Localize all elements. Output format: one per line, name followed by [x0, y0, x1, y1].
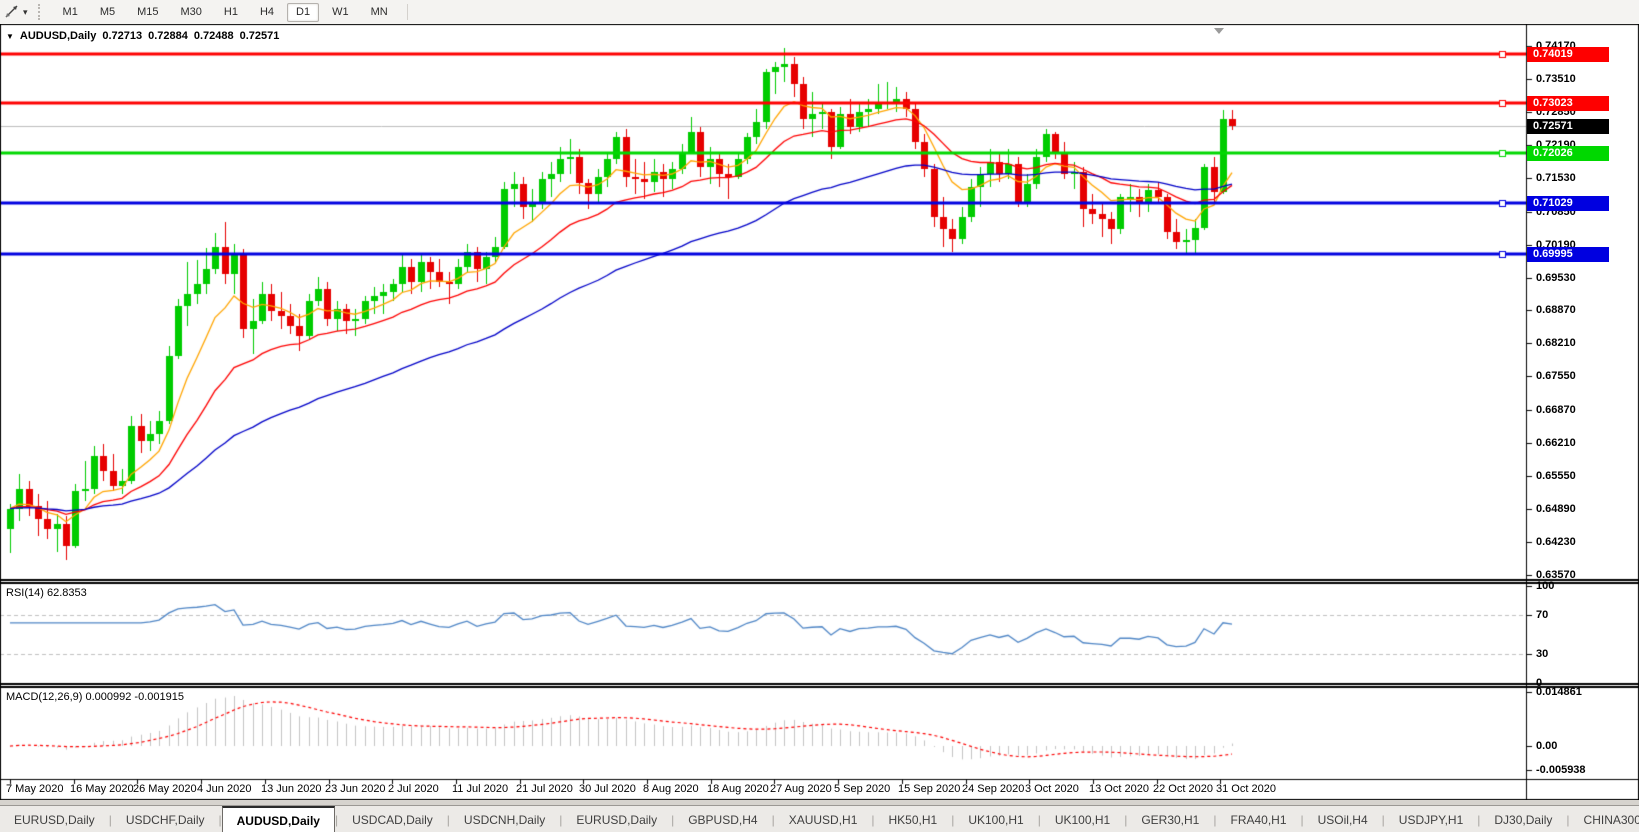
date-tick-label: 7 May 2020 [6, 783, 63, 796]
cursor-tool-button[interactable]: ▾ [0, 2, 34, 22]
chart-tab-gbpusd-h4[interactable]: GBPUSD,H4 [674, 806, 771, 832]
price-tick-label: 0.64230 [1536, 536, 1576, 549]
timeframe-button-h4[interactable]: H4 [251, 3, 283, 22]
macd-axis-label: -0.005938 [1536, 764, 1586, 777]
macd-axis-label: 0.00 [1536, 740, 1557, 753]
price-axis[interactable]: 0.741700.735100.728500.721900.715300.708… [1527, 24, 1639, 800]
price-tick-label: 0.66870 [1536, 404, 1576, 417]
price-tick-label: 0.68210 [1536, 337, 1576, 350]
chart-tab-usdcad-daily[interactable]: USDCAD,Daily [338, 806, 447, 832]
toolbar-divider [407, 4, 408, 20]
chart-tab-ger30-h1[interactable]: GER30,H1 [1127, 806, 1213, 832]
timeframe-button-m30[interactable]: M30 [172, 3, 211, 22]
cursor-tool-icon [4, 4, 20, 20]
chart-tab-eurusd-daily[interactable]: EURUSD,Daily [0, 806, 109, 832]
timeframe-button-m1[interactable]: M1 [54, 3, 87, 22]
price-tick-label: 0.73510 [1536, 73, 1576, 86]
chart-tab-bar: EURUSD,Daily|USDCHF,Daily|AUDUSD,Daily|U… [0, 805, 1639, 832]
chart-tab-hk50-h1[interactable]: HK50,H1 [875, 806, 952, 832]
timeframe-button-group: M1M5M15 M30H1H4D1W1MN [52, 3, 399, 22]
toolbar: ▾ M1M5M15 M30H1H4D1W1MN [0, 0, 1639, 25]
chart-collapse-icon[interactable]: ▼ [6, 32, 14, 41]
date-tick-label: 3 Oct 2020 [1025, 783, 1079, 796]
chart-tab-usdcnh-daily[interactable]: USDCNH,Daily [450, 806, 559, 832]
date-tick-label: 21 Jul 2020 [516, 783, 573, 796]
date-tick-label: 26 May 2020 [133, 783, 197, 796]
toolbar-grip[interactable] [38, 4, 44, 20]
date-tick-label: 8 Aug 2020 [643, 783, 699, 796]
date-tick-label: 15 Sep 2020 [898, 783, 960, 796]
hline-price-badge: 0.71029 [1527, 196, 1609, 211]
price-tick-label: 0.66210 [1536, 437, 1576, 450]
timeframe-button-h1[interactable]: H1 [215, 3, 247, 22]
date-axis[interactable]: 7 May 2020 16 May 202026 May 20204 Jun 20… [0, 780, 1527, 800]
chart-tab-china300-h1[interactable]: CHINA300,H1 [1570, 806, 1639, 832]
chart-tab-uk100-h1[interactable]: UK100,H1 [1041, 806, 1124, 832]
macd-axis-label: 0.014861 [1536, 686, 1582, 699]
date-tick-label: 24 Sep 2020 [962, 783, 1024, 796]
chart-tab-fra40-h1[interactable]: FRA40,H1 [1216, 806, 1300, 832]
date-tick-label: 18 Aug 2020 [707, 783, 769, 796]
rsi-axis-label: 30 [1536, 648, 1548, 661]
chart-tab-usoil-h4[interactable]: USOil,H4 [1304, 806, 1382, 832]
date-tick-label: 22 Oct 2020 [1153, 783, 1213, 796]
app-root: ▾ M1M5M15 M30H1H4D1W1MN ▼ AUDUSD,Daily 0.… [0, 0, 1639, 832]
rsi-axis-label: 100 [1536, 580, 1554, 593]
chart-canvas[interactable] [0, 24, 1639, 800]
timeframe-button-mn[interactable]: MN [362, 3, 397, 22]
timeframe-button-m15[interactable]: M15 [128, 3, 167, 22]
chart-tab-usdchf-daily[interactable]: USDCHF,Daily [112, 806, 219, 832]
hline-price-badge: 0.72026 [1527, 146, 1609, 161]
timeframe-button-m5[interactable]: M5 [91, 3, 124, 22]
date-tick-label: 4 Jun 2020 [197, 783, 251, 796]
price-tick-label: 0.64890 [1536, 503, 1576, 516]
date-tick-label: 27 Aug 2020 [770, 783, 832, 796]
price-tick-label: 0.67550 [1536, 370, 1576, 383]
chart-tab-audusd-daily[interactable]: AUDUSD,Daily [222, 806, 335, 832]
price-tick-label: 0.65550 [1536, 470, 1576, 483]
price-tick-label: 0.71530 [1536, 172, 1576, 185]
timeframe-button-d1[interactable]: D1 [287, 3, 319, 22]
date-tick-label: 31 Oct 2020 [1216, 783, 1276, 796]
rsi-axis-label: 70 [1536, 609, 1548, 622]
date-tick-label: 2 Jul 2020 [388, 783, 439, 796]
date-tick-label: 13 Jun 2020 [261, 783, 322, 796]
chart-window: ▼ AUDUSD,Daily 0.72713 0.72884 0.72488 0… [0, 24, 1639, 800]
date-tick-label: 16 May 2020 [70, 783, 134, 796]
price-tick-label: 0.69530 [1536, 272, 1576, 285]
chart-tab-xauusd-h1[interactable]: XAUUSD,H1 [775, 806, 872, 832]
date-tick-label: 23 Jun 2020 [325, 783, 386, 796]
date-tick-label: 30 Jul 2020 [579, 783, 636, 796]
price-tick-label: 0.68870 [1536, 304, 1576, 317]
hline-price-badge: 0.74019 [1527, 47, 1609, 62]
chart-tab-dj30-daily[interactable]: DJ30,Daily [1480, 806, 1566, 832]
date-tick-label: 11 Jul 2020 [452, 783, 508, 796]
hline-price-badge: 0.69995 [1527, 247, 1609, 262]
dropdown-caret-icon: ▾ [23, 8, 28, 17]
date-tick-label: 5 Sep 2020 [834, 783, 890, 796]
date-tick-label: 13 Oct 2020 [1089, 783, 1149, 796]
current-price-badge: 0.72571 [1527, 119, 1609, 134]
chart-tab-eurusd-daily[interactable]: EURUSD,Daily [562, 806, 671, 832]
hline-price-badge: 0.73023 [1527, 96, 1609, 111]
chart-tab-usdjpy-h1[interactable]: USDJPY,H1 [1385, 806, 1477, 832]
chart-tab-uk100-h1[interactable]: UK100,H1 [954, 806, 1037, 832]
timeframe-button-w1[interactable]: W1 [323, 3, 358, 22]
